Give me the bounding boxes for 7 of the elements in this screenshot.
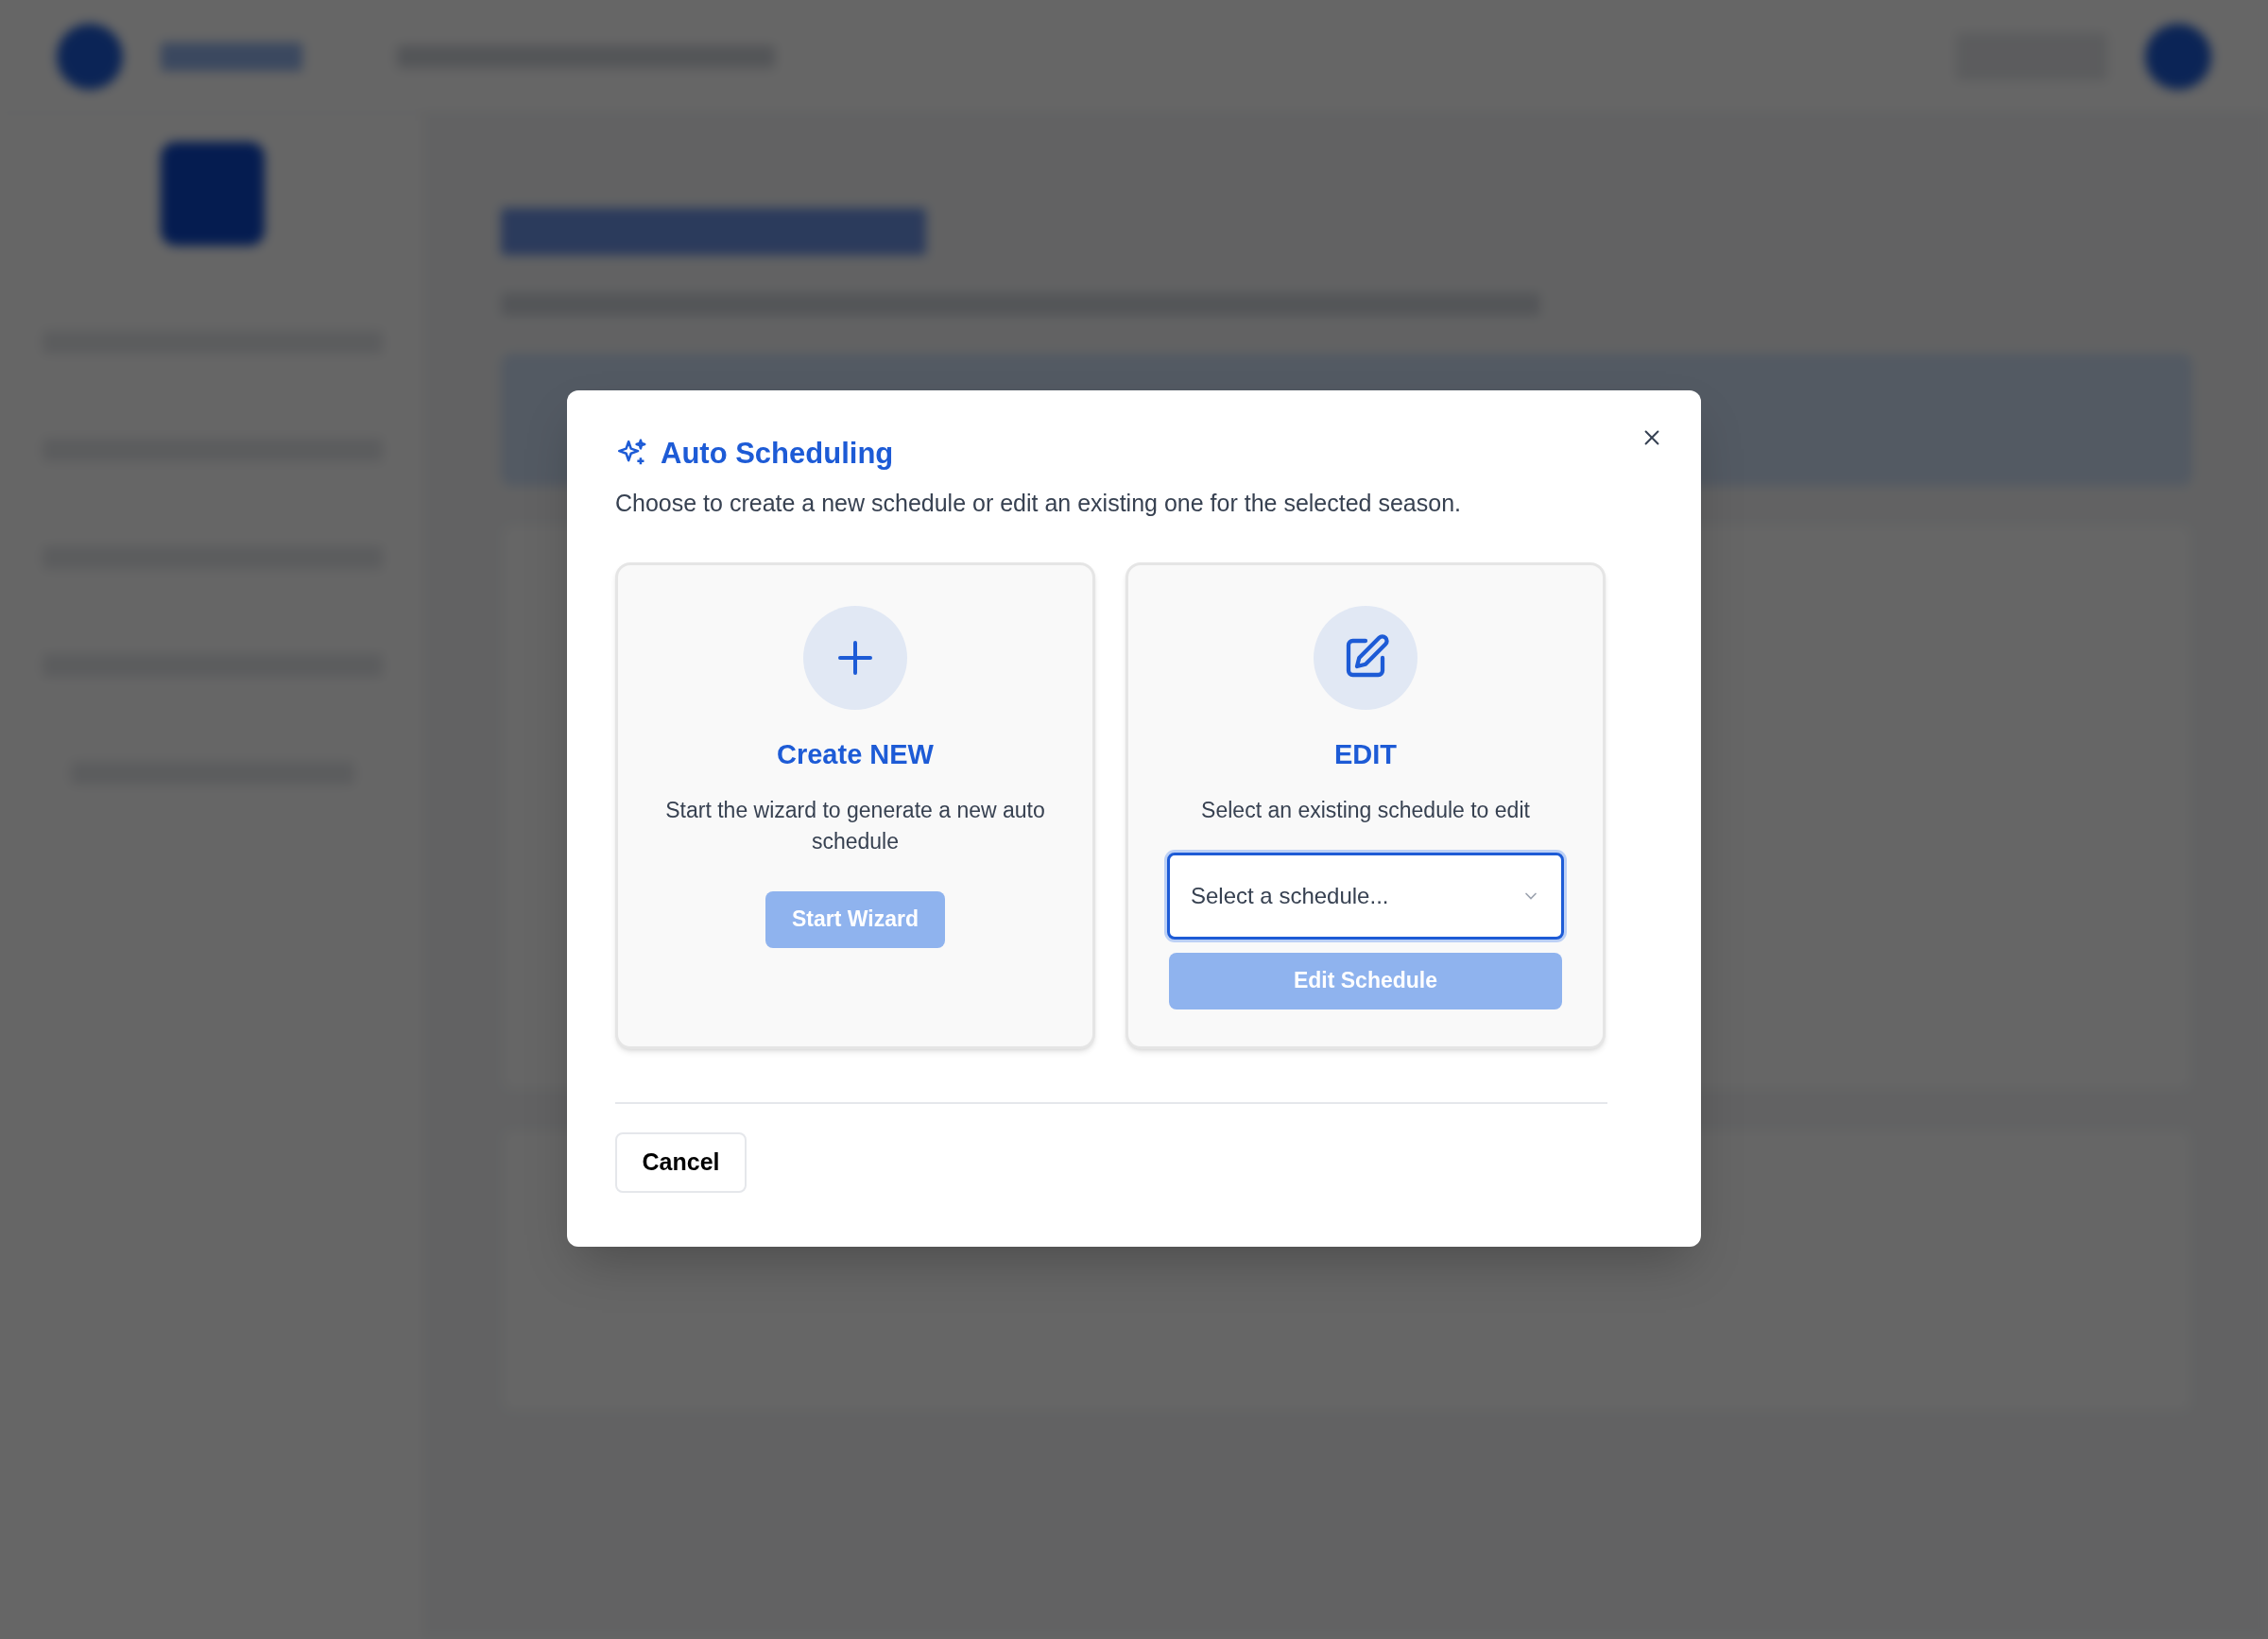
cancel-button[interactable]: Cancel [615,1132,747,1193]
option-description: Start the wizard to generate a new auto schedule [664,796,1046,855]
dialog-description: Choose to create a new schedule or edit an existing one for the selected season. [615,488,1462,518]
option-heading: EDIT [1333,738,1398,771]
option-description: Select an existing schedule to edit [1201,796,1530,824]
dialog-title: Auto Scheduling [661,436,894,472]
option-heading: Create NEW [777,738,934,771]
